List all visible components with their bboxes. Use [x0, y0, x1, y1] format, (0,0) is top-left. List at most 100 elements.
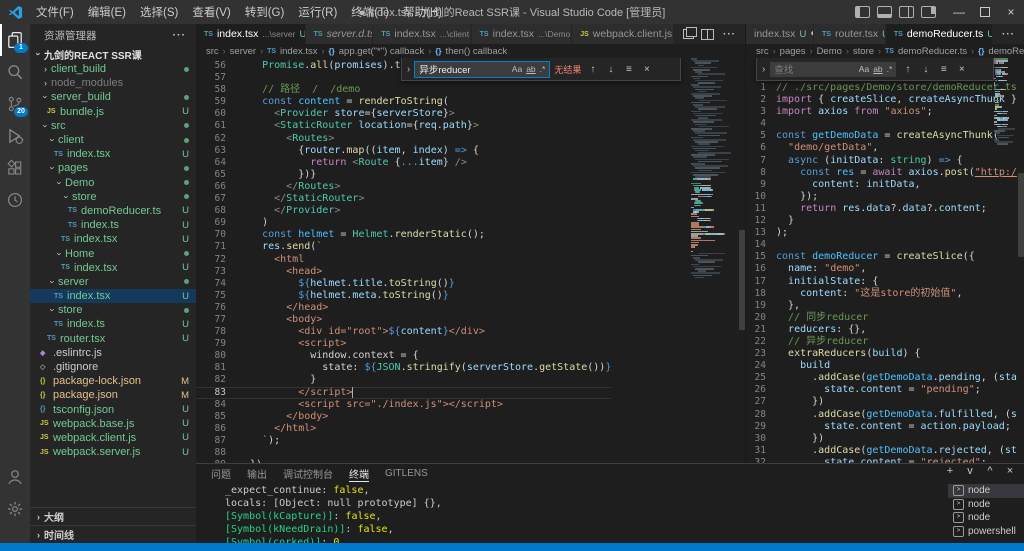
code-line-2[interactable]: 2import { createSlice, createAsyncThunk …	[746, 94, 1017, 106]
menu-selection[interactable]: 选择(S)	[133, 0, 185, 24]
find-input[interactable]: 异步reducerAaab.*	[415, 62, 549, 77]
code-line-60[interactable]: 60 <Provider store={serverStore}>	[196, 108, 611, 120]
close-find-icon[interactable]: ×	[955, 64, 968, 75]
code-line-69[interactable]: 69 )	[196, 217, 611, 229]
code-line-80[interactable]: 80 window.context = {	[196, 350, 611, 362]
tree-item-.gitignore[interactable]: ◇.gitignore	[30, 360, 196, 374]
code-line-29[interactable]: 29 state.content = action.payload;	[746, 421, 1017, 433]
source-control-icon[interactable]: 20	[0, 88, 30, 120]
terminal-output[interactable]: _expect_continue: false,locals: [Object:…	[196, 482, 948, 543]
tree-item-bundle.js[interactable]: JSbundle.jsU	[30, 105, 196, 119]
find-collapse-icon[interactable]: ›	[762, 64, 765, 75]
tree-item-src[interactable]: ›src	[30, 119, 196, 133]
tab-index.tsx[interactable]: index.tsxU●	[746, 24, 814, 44]
minimap[interactable]	[994, 58, 1020, 146]
tree-item-client_build[interactable]: ›client_build	[30, 62, 196, 76]
code-line-66[interactable]: 66 </Routes>	[196, 181, 611, 193]
breadcrumb-item[interactable]: index.tsx	[280, 46, 318, 57]
panel-tab-输出[interactable]: 输出	[247, 464, 267, 482]
code-line-21[interactable]: 21 reducers: {},	[746, 324, 1017, 336]
breadcrumb-item[interactable]: store	[853, 46, 874, 57]
sidebar-section-时间线[interactable]: ›时间线	[30, 525, 196, 543]
code-line-16[interactable]: 16 name: "demo",	[746, 263, 1017, 275]
tree-item-store[interactable]: ›store	[30, 303, 196, 317]
code-line-70[interactable]: 70 const helmet = Helmet.renderStatic();	[196, 229, 611, 241]
tree-item-webpack.client.js[interactable]: JSwebpack.client.jsU	[30, 431, 196, 445]
code-line-87[interactable]: 87 `);	[196, 435, 611, 447]
tree-item-index.tsx[interactable]: TSindex.tsxU	[30, 289, 196, 303]
breadcrumb-item[interactable]: then() callback	[445, 46, 507, 57]
tree-item-index.tsx[interactable]: TSindex.tsxU	[30, 261, 196, 275]
code-line-82[interactable]: 82 }	[196, 374, 611, 386]
terminal-session-node[interactable]: >node	[948, 511, 1024, 525]
tree-item-.eslintrc.js[interactable]: ◆.eslintrc.js	[30, 346, 196, 360]
menu-run[interactable]: 运行(R)	[291, 0, 344, 24]
code-line-3[interactable]: 3import axios from "axios";	[746, 106, 1017, 118]
code-line-75[interactable]: 75 ${helmet.meta.toString()}	[196, 290, 611, 302]
code-line-68[interactable]: 68 </Provider>	[196, 205, 611, 217]
explorer-icon[interactable]: 1	[0, 24, 30, 56]
code-line-61[interactable]: 61 <StaticRouter location={req.path}>	[196, 120, 611, 132]
timeline-icon[interactable]	[0, 184, 30, 216]
vertical-scrollbar[interactable]	[1018, 173, 1024, 257]
toggle-primary-sidebar-icon[interactable]	[855, 6, 870, 18]
run-debug-icon[interactable]	[0, 120, 30, 152]
code-line-86[interactable]: 86 </html>	[196, 423, 611, 435]
code-line-20[interactable]: 20 // 同步reducer	[746, 312, 1017, 324]
breadcrumb-item[interactable]: demoReducer	[988, 46, 1024, 57]
menu-file[interactable]: 文件(F)	[29, 0, 81, 24]
menu-go[interactable]: 转到(G)	[238, 0, 292, 24]
code-line-5[interactable]: 5const getDemoData = createAsyncThunk(	[746, 130, 1017, 142]
code-line-4[interactable]: 4	[746, 118, 1017, 130]
code-line-8[interactable]: 8 const res = await axios.post("http:/	[746, 167, 1017, 179]
code-line-77[interactable]: 77 <body>	[196, 314, 611, 326]
code-line-58[interactable]: 58 // 路径 / /demo	[196, 84, 611, 96]
breadcrumb-item[interactable]: src	[756, 46, 769, 57]
breadcrumb-item[interactable]: src	[206, 46, 219, 57]
tab-index.tsx[interactable]: TSindex.tsx...\serverU●	[196, 24, 306, 44]
tree-item-Home[interactable]: ›Home	[30, 246, 196, 260]
match-case-icon[interactable]: Aa	[512, 64, 522, 74]
menu-view[interactable]: 查看(V)	[185, 0, 237, 24]
tree-item-store[interactable]: ›store	[30, 190, 196, 204]
code-line-14[interactable]: 14	[746, 239, 1017, 251]
tree-item-server[interactable]: ›server	[30, 275, 196, 289]
code-line-23[interactable]: 23 extraReducers(build) {	[746, 348, 1017, 360]
close-find-icon[interactable]: ×	[640, 64, 653, 75]
whole-word-icon[interactable]: ab	[526, 64, 535, 74]
code-line-59[interactable]: 59 const content = renderToString(	[196, 96, 611, 108]
code-line-67[interactable]: 67 </StaticRouter>	[196, 193, 611, 205]
code-line-84[interactable]: 84 <script src="./index.js"></script>	[196, 399, 611, 411]
toggle-panel-icon[interactable]	[877, 6, 892, 18]
minimap[interactable]	[691, 58, 737, 279]
code-line-85[interactable]: 85 </body>	[196, 411, 611, 423]
split-editor-icon[interactable]	[701, 29, 714, 40]
terminal-dropdown-icon[interactable]: v	[964, 465, 976, 477]
vertical-scrollbar[interactable]	[739, 230, 745, 330]
code-line-17[interactable]: 17 initialState: {	[746, 276, 1017, 288]
tab-demoReducer.ts[interactable]: TSdemoReducer.tsU×	[886, 24, 993, 44]
code-line-22[interactable]: 22 // 异步reducer	[746, 336, 1017, 348]
panel-tab-GITLENS[interactable]: GITLENS	[385, 464, 428, 482]
tab-webpack.client.js[interactable]: JSwebpack.client.jsU	[572, 24, 674, 44]
close-button[interactable]: ×	[998, 0, 1024, 24]
code-line-18[interactable]: 18 content: "这是store的初始值",	[746, 288, 1017, 300]
code-line-31[interactable]: 31 .addCase(getDemoData.rejected, (st	[746, 445, 1017, 457]
tree-item-index.tsx[interactable]: TSindex.tsxU	[30, 232, 196, 246]
tree-item-tsconfig.json[interactable]: {}tsconfig.jsonU	[30, 403, 196, 417]
menu-edit[interactable]: 编辑(E)	[81, 0, 133, 24]
next-match-icon[interactable]: ↓	[604, 64, 617, 75]
code-line-63[interactable]: 63 {router.map((item, index) => {	[196, 145, 611, 157]
tree-item-package.json[interactable]: {}package.jsonM	[30, 388, 196, 402]
code-line-76[interactable]: 76 </head>	[196, 302, 611, 314]
code-line-26[interactable]: 26 state.content = "pending";	[746, 384, 1017, 396]
find-in-selection-icon[interactable]: ≡	[937, 64, 950, 75]
account-icon[interactable]	[0, 461, 30, 493]
next-match-icon[interactable]: ↓	[919, 64, 932, 75]
tab-index.tsx[interactable]: TSindex.tsx...\DemoU	[472, 24, 573, 44]
previous-match-icon[interactable]: ↑	[586, 64, 599, 75]
close-panel-icon[interactable]: ×	[1004, 465, 1016, 477]
code-line-12[interactable]: 12 }	[746, 215, 1017, 227]
match-case-icon[interactable]: Aa	[859, 64, 869, 74]
code-line-28[interactable]: 28 .addCase(getDemoData.fulfilled, (s	[746, 409, 1017, 421]
